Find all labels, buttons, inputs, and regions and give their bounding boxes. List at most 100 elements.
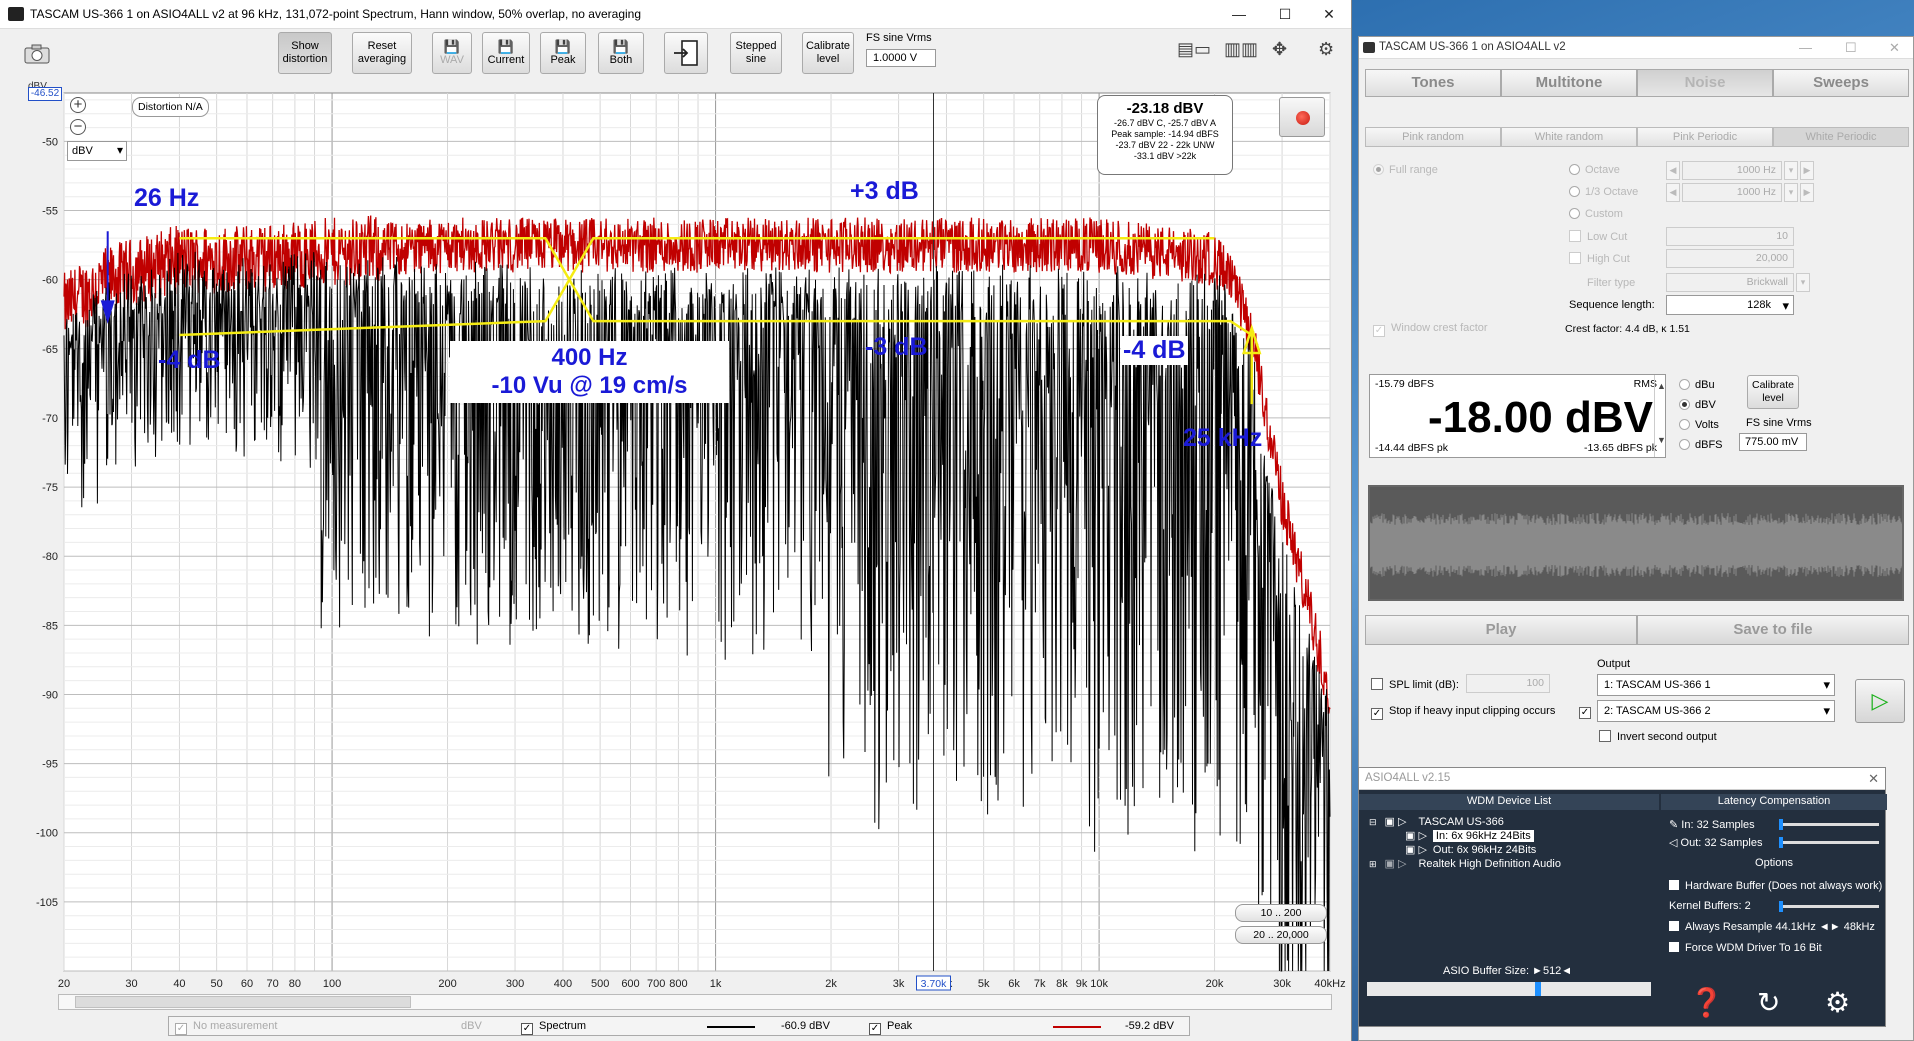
subtab-pink-periodic[interactable]: Pink Periodic [1637, 127, 1773, 147]
sequence-length-select[interactable]: 128k [1666, 295, 1794, 315]
arrow-right-icon[interactable]: ▶ [1800, 161, 1814, 180]
record-button[interactable] [1279, 97, 1325, 137]
current-button[interactable]: 💾 Current [482, 32, 530, 74]
fit-icon[interactable]: ✥ [1272, 39, 1287, 65]
low-cut-option[interactable]: Low Cut [1569, 230, 1627, 243]
checkbox-icon[interactable]: ✓ [175, 1023, 187, 1035]
invert-second-option[interactable]: Invert second output [1599, 730, 1717, 743]
checkbox-icon[interactable]: ✓ [869, 1023, 881, 1035]
checkbox-icon[interactable] [1669, 921, 1679, 931]
high-cut-field[interactable]: 20,000 [1666, 249, 1794, 268]
radio-icon[interactable] [1569, 208, 1580, 219]
device-in-line[interactable]: ▣ ▷ In: 6x 96kHz 24Bits [1405, 829, 1534, 842]
subtab-white-random[interactable]: White random [1501, 127, 1637, 147]
reset-icon[interactable]: ↻ [1757, 986, 1780, 1019]
checkbox-icon[interactable]: ✓ [1579, 707, 1591, 719]
latency-in-slider[interactable] [1779, 819, 1879, 830]
spl-limit-field[interactable]: 100 [1466, 674, 1550, 693]
octave-option[interactable]: Octave [1569, 164, 1620, 176]
radio-icon[interactable] [1679, 379, 1690, 390]
checkbox-icon[interactable] [1669, 942, 1679, 952]
checkbox-icon[interactable] [1569, 230, 1581, 242]
output2-select[interactable]: 2: TASCAM US-366 2 [1597, 700, 1835, 722]
save-to-file-button[interactable]: Save to file [1637, 615, 1909, 645]
maximize-button[interactable]: ☐ [1262, 0, 1308, 29]
both-button[interactable]: 💾 Both [598, 32, 644, 74]
arrow-left-icon[interactable]: ◀ [1666, 183, 1680, 202]
device-realtek[interactable]: ⊞ ▣ ▷ Realtek High Definition Audio [1369, 857, 1561, 870]
gen-calibrate-level-button[interactable]: Calibrate level [1747, 375, 1799, 409]
play-icon[interactable]: ▷ [1855, 679, 1905, 723]
close-icon[interactable]: ✕ [1868, 771, 1879, 787]
calibrate-level-button[interactable]: Calibrate level [802, 32, 854, 74]
zoom-in-icon[interactable]: + [70, 97, 86, 113]
device-out-line[interactable]: ▣ ▷ Out: 6x 96kHz 24Bits [1405, 843, 1536, 856]
third-octave-option[interactable]: 1/3 Octave [1569, 186, 1638, 198]
resample-option[interactable]: Always Resample 44.1kHz ◄► 48kHz [1669, 921, 1875, 933]
tab-noise[interactable]: Noise [1637, 69, 1773, 97]
scrollbar-thumb[interactable] [75, 996, 411, 1008]
zoom-out-icon[interactable]: − [70, 119, 86, 135]
checkbox-icon[interactable]: ✓ [1373, 325, 1385, 337]
device-tascam[interactable]: ⊟ ▣ ▷ TASCAM US-366 [1369, 815, 1504, 828]
horizontal-scrollbar[interactable] [58, 994, 1332, 1010]
tab-tones[interactable]: Tones [1365, 69, 1501, 97]
checkbox-icon[interactable]: ✓ [1371, 708, 1383, 720]
asio-titlebar[interactable]: ASIO4ALL v2.15 ✕ [1359, 768, 1885, 790]
settings-icon[interactable]: ⚙ [1825, 986, 1850, 1019]
slider-handle[interactable] [1535, 982, 1541, 996]
chevron-down-icon[interactable]: ▾ [1796, 273, 1810, 292]
unit-dbu[interactable]: dBu [1679, 375, 1723, 395]
radio-icon[interactable] [1569, 186, 1580, 197]
minimize-button[interactable]: — [1799, 40, 1812, 55]
fs-sine-input[interactable]: 1.0000 V [866, 49, 936, 67]
minimize-button[interactable]: — [1216, 0, 1262, 29]
radio-icon[interactable] [1679, 419, 1690, 430]
latency-out-slider[interactable] [1779, 837, 1879, 848]
spl-limit-option[interactable]: SPL limit (dB): [1371, 678, 1459, 691]
unit-dbfs[interactable]: dBFS [1679, 435, 1723, 455]
force-wdm-option[interactable]: Force WDM Driver To 16 Bit [1669, 942, 1822, 954]
custom-option[interactable]: Custom [1569, 208, 1623, 220]
distortion-na-badge[interactable]: Distortion N/A [132, 97, 209, 117]
radio-icon[interactable] [1569, 164, 1580, 175]
import-icon[interactable] [664, 32, 708, 74]
legend-no-measurement[interactable]: ✓ No measurement [175, 1020, 277, 1035]
unit-select[interactable]: dBV [67, 141, 127, 161]
window-crest-option[interactable]: ✓ Window crest factor [1373, 322, 1488, 337]
checkbox-icon[interactable] [1599, 730, 1611, 742]
checkbox-icon[interactable] [1669, 880, 1679, 890]
chevron-down-icon[interactable]: ▾ [1784, 161, 1798, 180]
arrow-right-icon[interactable]: ▶ [1800, 183, 1814, 202]
third-freq-field[interactable]: 1000 Hz [1682, 183, 1782, 202]
spectrum-plot[interactable]: 20 30 40 50 60 70 80 100 200 300 400 500 600 700 800 1k… [0, 81, 1352, 993]
slider-handle[interactable] [1779, 819, 1783, 830]
stepped-sine-button[interactable]: Stepped sine [730, 32, 782, 74]
range-button-10-200[interactable]: 10 .. 200 [1235, 904, 1327, 922]
tab-multitone[interactable]: Multitone [1501, 69, 1637, 97]
checkbox-icon[interactable] [1569, 252, 1581, 264]
range-button-20-20000[interactable]: 20 .. 20,000 [1235, 926, 1327, 944]
unit-volts[interactable]: Volts [1679, 415, 1723, 435]
legend-peak[interactable]: ✓ Peak [869, 1020, 912, 1035]
octave-freq-field[interactable]: 1000 Hz [1682, 161, 1782, 180]
subtab-white-periodic[interactable]: White Periodic [1773, 127, 1909, 147]
maximize-button[interactable]: ☐ [1845, 40, 1857, 56]
generator-titlebar[interactable]: TASCAM US-366 1 on ASIO4ALL v2 — ☐ ✕ [1359, 37, 1913, 59]
close-button[interactable]: ✕ [1306, 0, 1352, 29]
help-icon[interactable]: ❓ [1689, 986, 1724, 1019]
close-button[interactable]: ✕ [1889, 40, 1900, 56]
level-spinner[interactable]: ▲ ▼ [1654, 375, 1668, 457]
legend-spectrum[interactable]: ✓ Spectrum [521, 1020, 586, 1035]
arrow-left-icon[interactable]: ◀ [1666, 161, 1680, 180]
kernel-buffers-slider[interactable] [1779, 901, 1879, 912]
slider-handle[interactable] [1779, 837, 1783, 848]
reset-averaging-button[interactable]: Reset averaging [352, 32, 412, 74]
show-distortion-button[interactable]: Show distortion [278, 32, 332, 74]
graph-layout-icon[interactable]: ▤▭ [1177, 39, 1211, 65]
radio-icon[interactable] [1679, 399, 1690, 410]
slider-handle[interactable] [1779, 901, 1783, 912]
checkbox-icon[interactable]: ✓ [521, 1023, 533, 1035]
checkbox-icon[interactable] [1371, 678, 1383, 690]
buffer-size-slider[interactable] [1367, 982, 1651, 996]
